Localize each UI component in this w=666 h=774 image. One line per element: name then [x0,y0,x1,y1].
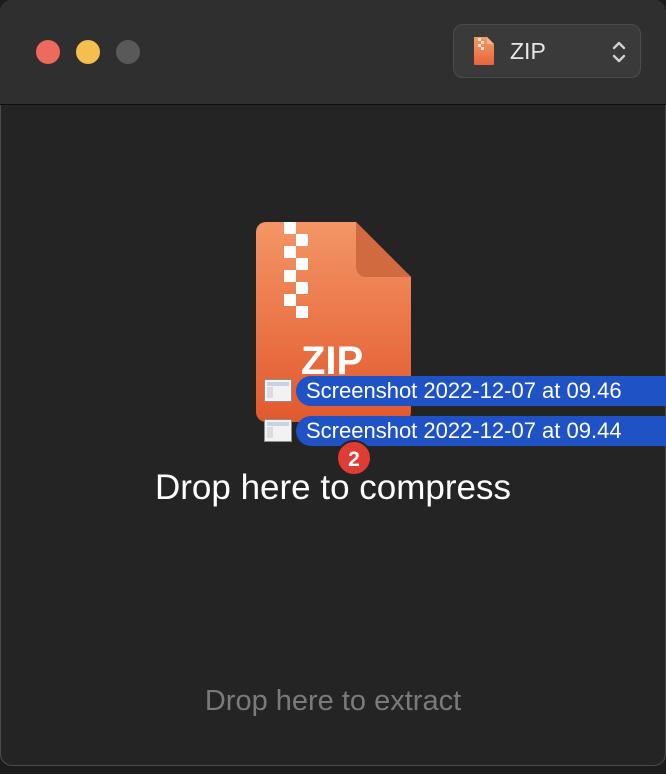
close-window-button[interactable] [36,40,60,64]
title-bar: ZIP [0,0,666,105]
image-file-icon [264,379,292,402]
format-select[interactable]: ZIP [453,24,641,78]
image-file-icon [264,419,292,442]
app-window: ZIP ZIP Screenshot 2022-12-07 at 09.46 S… [0,0,666,766]
zip-file-icon [474,37,494,65]
dragged-file-name: Screenshot 2022-12-07 at 09.46 [296,376,666,406]
format-select-label: ZIP [510,38,546,64]
dragged-file: Screenshot 2022-12-07 at 09.46 [264,376,666,406]
extract-drop-label[interactable]: Drop here to extract [0,685,666,718]
minimize-window-button[interactable] [76,40,100,64]
dragged-file: Screenshot 2022-12-07 at 09.44 [264,416,666,446]
chevron-up-down-icon [612,41,626,63]
zoom-window-button[interactable] [116,40,140,64]
compress-drop-label: Drop here to compress [155,468,511,507]
